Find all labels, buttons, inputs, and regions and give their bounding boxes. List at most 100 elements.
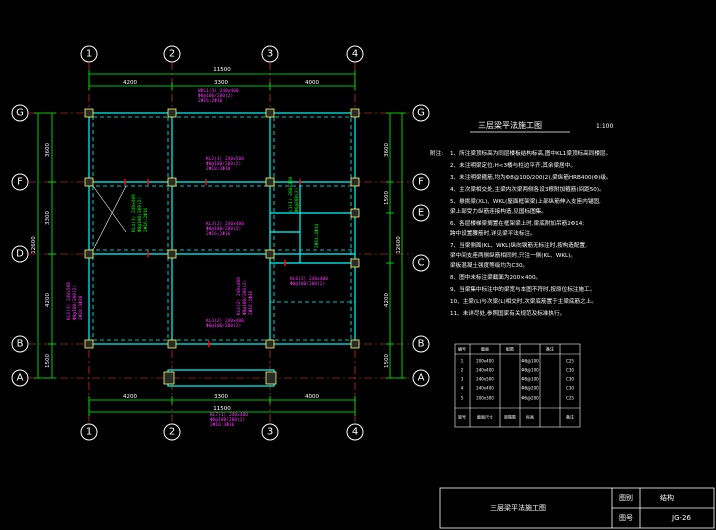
beam-label-mid-low-2: Φ8@100/200(2) [206,323,241,329]
note-2: 2、未注明梁定位:H<3楼与柱边平齐,其余梁居中。 [450,161,576,169]
dim-bottom-seg-3: 4000 [305,394,319,400]
dim-left-seg-4: 1500 [45,354,51,368]
sheet-title-block: 三层梁平法施工图 图别 结构 图号 JG-26 [439,487,715,529]
beam-label-left-2: Φ8@100/200(2) [72,285,78,320]
legend-cell: Φ6@200 [521,396,539,401]
svg-text:2: 2 [169,427,175,438]
dim-left-seg-1: 3600 [45,143,51,157]
axis-bubble-right-B: B [412,335,430,353]
axis-bubble-right-G: G [412,104,430,122]
title-block-drawing-name: 三层梁平法施工图 [490,503,546,512]
axis-bubble-left-B: B [11,335,29,353]
dim-right-seg-3: 4200 [384,293,390,307]
axis-bubble-bottom-1: 1 [80,423,98,441]
beam-label-mid1-3: 2Φ18;3Φ18 [206,166,231,172]
beam-annotations: WKL1(3) 240x400 Φ8@100/200(2) 2Φ16;2Φ16 … [66,88,328,428]
beam-label-right-2: Φ8@100/200(2) [290,281,325,287]
legend-cell: Φ8@100 [521,368,539,373]
legend-cell: C30 [566,368,574,373]
legend-footer-cell: 备注 [566,414,574,420]
legend-cell: 5 [461,396,464,401]
note-5b: 梁上部受力纵筋连接构造,见国标图集。 [450,207,547,215]
row-axis-bubbles-left: G F D B A [11,104,29,387]
dim-right-seg-2: 1500 [384,191,390,205]
svg-text:E: E [418,208,424,219]
svg-text:D: D [16,249,24,260]
note-11: 11、未详尽处,参照国家有关规范及标准执行。 [450,309,565,317]
axis-bubble-left-A: A [11,369,29,387]
axis-bubble-top-4: 4 [346,45,364,63]
title-block-number-label: 图号 [619,514,633,522]
legend-cell: 2 [461,368,464,373]
note-7b: 梁中间支座两侧纵筋相同时,只注一侧(KL、WKL)。 [450,251,576,259]
note-10: 10、主梁(L)与次梁(L)相交时,次梁底筋置于主梁底筋之上。 [450,297,597,305]
legend-footer-cell: 梁号 [458,414,466,420]
note-6b: 跨中设置腰筋时,详见梁平法标注。 [450,229,536,237]
legend-cell: 3 [461,377,464,382]
svg-text:3: 3 [267,427,273,438]
legend-cell: 200x400 [476,359,494,364]
beam-label-left-1: KL5(3) 240x500 [66,282,72,320]
beam-label-small-1: L1(1) 200x300 [288,176,294,212]
dimension-texts: 4200 3300 4000 11500 4200 3300 4000 1150… [31,67,402,412]
row-axis-bubbles-right: G F E C B A [412,104,430,387]
dim-right-total: 12600 [396,236,402,254]
svg-text:F: F [418,177,424,188]
svg-text:A: A [17,373,24,384]
title-block-number-value: JG-26 [671,514,691,522]
dim-left-seg-3: 4200 [45,293,51,307]
drawing-scale: 1:100 [596,123,613,130]
stair-symbol [92,185,127,251]
legend-cell: 240x500 [476,377,494,382]
beam-label-bottom-3: 2Φ16;3Φ16 [210,422,235,428]
dim-top-seg-3: 4000 [305,80,319,86]
legend-cell: C30 [566,377,574,382]
legend-cell: Φ8@100 [521,377,539,382]
title-block-category-value: 结构 [660,493,674,502]
dim-top-total: 11500 [213,67,231,73]
legend-cell: 200x300 [476,396,494,401]
beam-label-top-3: 2Φ16;2Φ16 [198,98,223,104]
axis-bubble-right-F: F [412,173,430,191]
svg-text:1: 1 [86,427,92,438]
dim-right-seg-4: 1500 [384,354,390,368]
beam-label-left-3: 2Φ18;3Φ20 [78,295,84,320]
dim-top-seg-2: 3300 [214,80,228,86]
rebar-legend-table: 编号 截面 配筋 备注 1 200x400 Φ8@100 C25 2 240x4… [454,343,581,428]
legend-cell: C30 [566,386,574,391]
dim-top-seg-1: 4200 [123,80,137,86]
general-notes: 附注: 1、所注梁顶标高为同层楼板结构标高,图中KL1梁顶标高同楼层。 2、未注… [430,149,612,317]
note-1: 1、所注梁顶标高为同层楼板结构标高,图中KL1梁顶标高同楼层。 [450,149,611,157]
svg-text:B: B [17,339,24,350]
dim-bottom-seg-2: 3300 [214,394,228,400]
axis-bubble-left-D: D [11,245,29,263]
axis-bubble-left-G: G [11,104,29,122]
legend-footer-cell: 梁箍筋 [504,414,516,420]
drawing-title-block: 三层梁平法施工图 1:100 [470,120,613,133]
axis-bubble-bottom-3: 3 [261,423,279,441]
column-axis-bubbles-top: 1 2 3 4 [80,45,364,63]
legend-footer-cell: 标高 [526,414,534,420]
beam-label-lower-3: 2Φ16;2Φ16 [248,290,254,315]
legend-cell: 4 [461,386,464,391]
note-4: 4、主次梁相交处,主梁内次梁两侧各设3根附加箍筋(间距50)。 [450,185,605,193]
svg-text:B: B [418,339,425,350]
axis-bubble-bottom-4: 4 [346,423,364,441]
legend-header-3: 配筋 [506,346,514,352]
svg-text:G: G [417,108,425,119]
note-8: 8、图中未标注梁截面为200×400。 [450,273,541,281]
beam-label-small-2: Φ6@200(2) [294,188,300,212]
legend-cell: Φ8@100 [521,359,539,364]
dim-left-total: 12600 [31,236,37,254]
note-7c: 梁板混凝土强度等级均为C30。 [450,261,528,269]
axis-bubble-right-C: C [412,254,430,272]
axis-bubble-right-E: E [412,204,430,222]
legend-cell: 240x400 [476,386,494,391]
cad-drawing-canvas: 1 2 3 4 1 2 3 4 G F D B A G F E C B A 42… [0,0,716,530]
svg-text:C: C [418,258,425,269]
legend-cell: 240x400 [476,368,494,373]
legend-cell: C25 [566,359,574,364]
svg-text:A: A [418,373,425,384]
svg-text:3: 3 [267,49,273,60]
legend-cell: Φ8@200 [521,386,539,391]
